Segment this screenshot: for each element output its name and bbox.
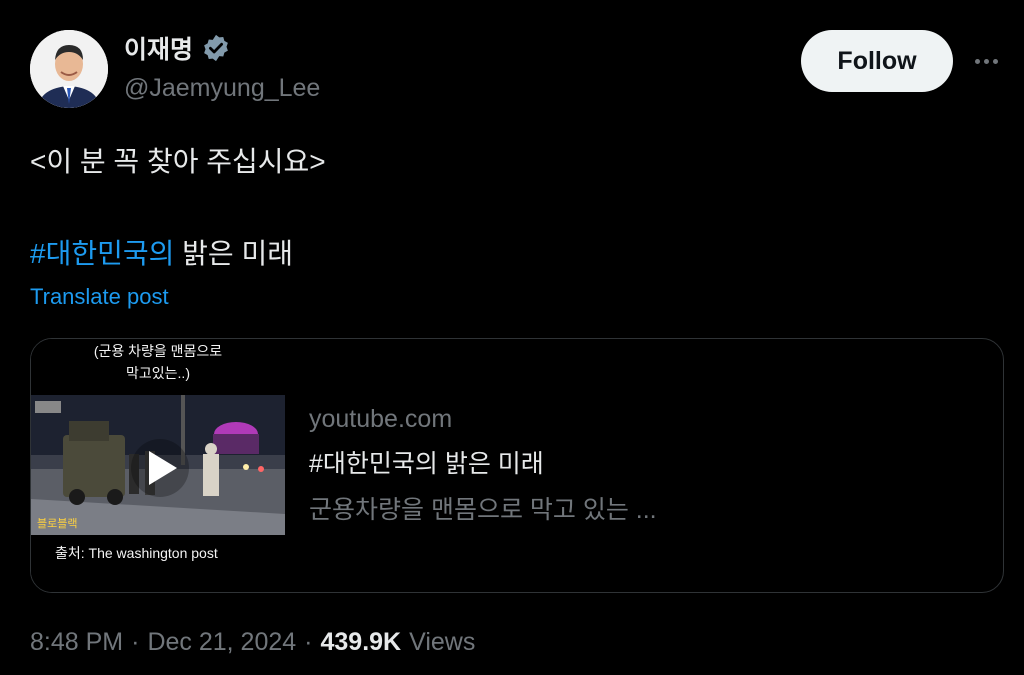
author-name-row[interactable]: 이재명	[124, 30, 231, 66]
post-text-line2-rest: 밝은 미래	[174, 238, 293, 269]
post-meta: 8:48 PM · Dec 21, 2024 · 439.9K Views	[30, 628, 475, 657]
post-time[interactable]: 8:48 PM	[30, 628, 123, 657]
author-handle[interactable]: @Jaemyung_Lee	[124, 74, 320, 103]
tweet: 이재명 @Jaemyung_Lee Follow <이 분 꼭 찾아 주십시요>…	[0, 0, 1024, 675]
link-card-description: 군용차량을 맨몸으로 막고 있는 ...	[309, 496, 657, 524]
play-icon[interactable]	[131, 439, 189, 497]
link-card-domain: youtube.com	[309, 405, 453, 433]
more-horizontal-icon[interactable]	[968, 44, 1004, 78]
follow-button[interactable]: Follow	[801, 30, 953, 92]
thumbnail-caption-bottom: 출처: The washington post	[55, 545, 218, 561]
thumbnail-caption-mid: 블로블랙	[37, 518, 78, 530]
video-thumbnail[interactable]: (군용 차량을 맨몸으로 막고있는..) 블로블랙 출처: The washin…	[31, 339, 285, 592]
meta-separator: ·	[131, 628, 140, 656]
link-card-title: #대한민국의 밝은 미래	[309, 450, 544, 478]
translate-post-link[interactable]: Translate post	[30, 284, 169, 310]
link-card[interactable]: (군용 차량을 맨몸으로 막고있는..) 블로블랙 출처: The washin…	[30, 338, 1004, 593]
post-text-line1: <이 분 꼭 찾아 주십시요>	[30, 146, 326, 177]
display-name[interactable]: 이재명	[124, 30, 193, 66]
meta-separator: ·	[304, 628, 313, 656]
thumbnail-caption-top-1: (군용 차량을 맨몸으로	[93, 343, 223, 359]
avatar[interactable]	[30, 30, 108, 108]
views-label: Views	[409, 628, 476, 656]
link-card-text: youtube.com #대한민국의 밝은 미래 군용차량을 맨몸으로 막고 있…	[309, 405, 657, 526]
verified-badge-icon	[201, 33, 231, 63]
thumbnail-caption-top-2: 막고있는..)	[126, 365, 190, 381]
post-text-line2: #대한민국의 밝은 미래	[30, 232, 293, 272]
hashtag-link[interactable]: #대한민국의	[30, 238, 174, 269]
views-count: 439.9K	[320, 628, 402, 656]
post-date[interactable]: Dec 21, 2024	[147, 628, 296, 657]
